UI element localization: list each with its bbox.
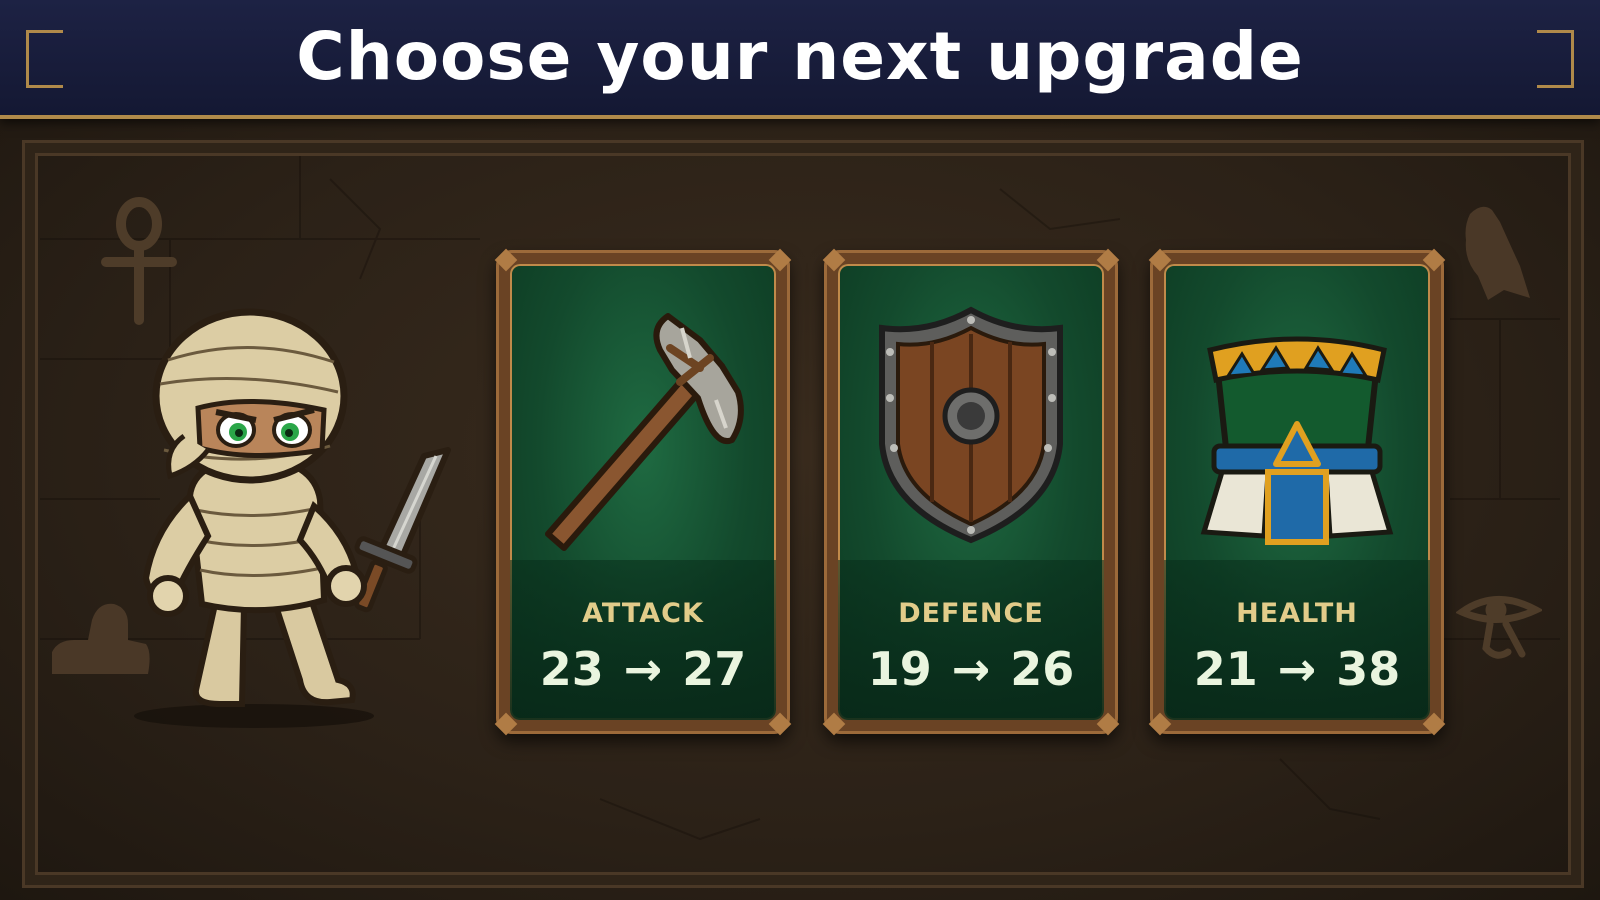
stone-axe-icon	[545, 313, 744, 551]
arrow-right-icon: →	[1277, 642, 1317, 696]
wooden-shield-icon	[879, 306, 1063, 544]
stat-current: 21	[1193, 642, 1258, 696]
stat-values: 23 → 27	[496, 642, 790, 696]
stat-next: 27	[682, 642, 747, 696]
header-bracket-right	[1537, 30, 1574, 88]
arrow-right-icon: →	[623, 642, 663, 696]
stat-name: HEALTH	[1236, 598, 1358, 629]
card-stat-panel	[1164, 560, 1430, 720]
arrow-right-icon: →	[951, 642, 991, 696]
egyptian-armor-icon	[1200, 336, 1394, 545]
stat-values: 21 → 38	[1150, 642, 1444, 696]
stat-current: 19	[867, 642, 932, 696]
stat-name: ATTACK	[582, 598, 704, 629]
mummy-character-icon	[134, 308, 451, 728]
header-bar: Choose your next upgrade	[0, 0, 1600, 119]
card-stat-panel	[510, 560, 776, 720]
upgrade-card-health[interactable]: HEALTH 21 → 38	[1148, 248, 1446, 736]
stat-next: 38	[1336, 642, 1401, 696]
upgrade-card-attack[interactable]: ATTACK 23 → 27	[494, 248, 792, 736]
stat-values: 19 → 26	[824, 642, 1118, 696]
eye-of-horus-icon	[1456, 596, 1542, 659]
upgrade-card-defence[interactable]: DEFENCE 19 → 26	[822, 248, 1120, 736]
falcon-icon	[1465, 206, 1530, 300]
stat-current: 23	[539, 642, 604, 696]
stat-next: 26	[1010, 642, 1075, 696]
page-title: Choose your next upgrade	[296, 18, 1304, 95]
upgrade-screen: Choose your next upgrade ATTACK 23 → 27 …	[0, 0, 1600, 900]
card-stat-panel	[838, 560, 1104, 720]
stat-name: DEFENCE	[898, 598, 1044, 629]
